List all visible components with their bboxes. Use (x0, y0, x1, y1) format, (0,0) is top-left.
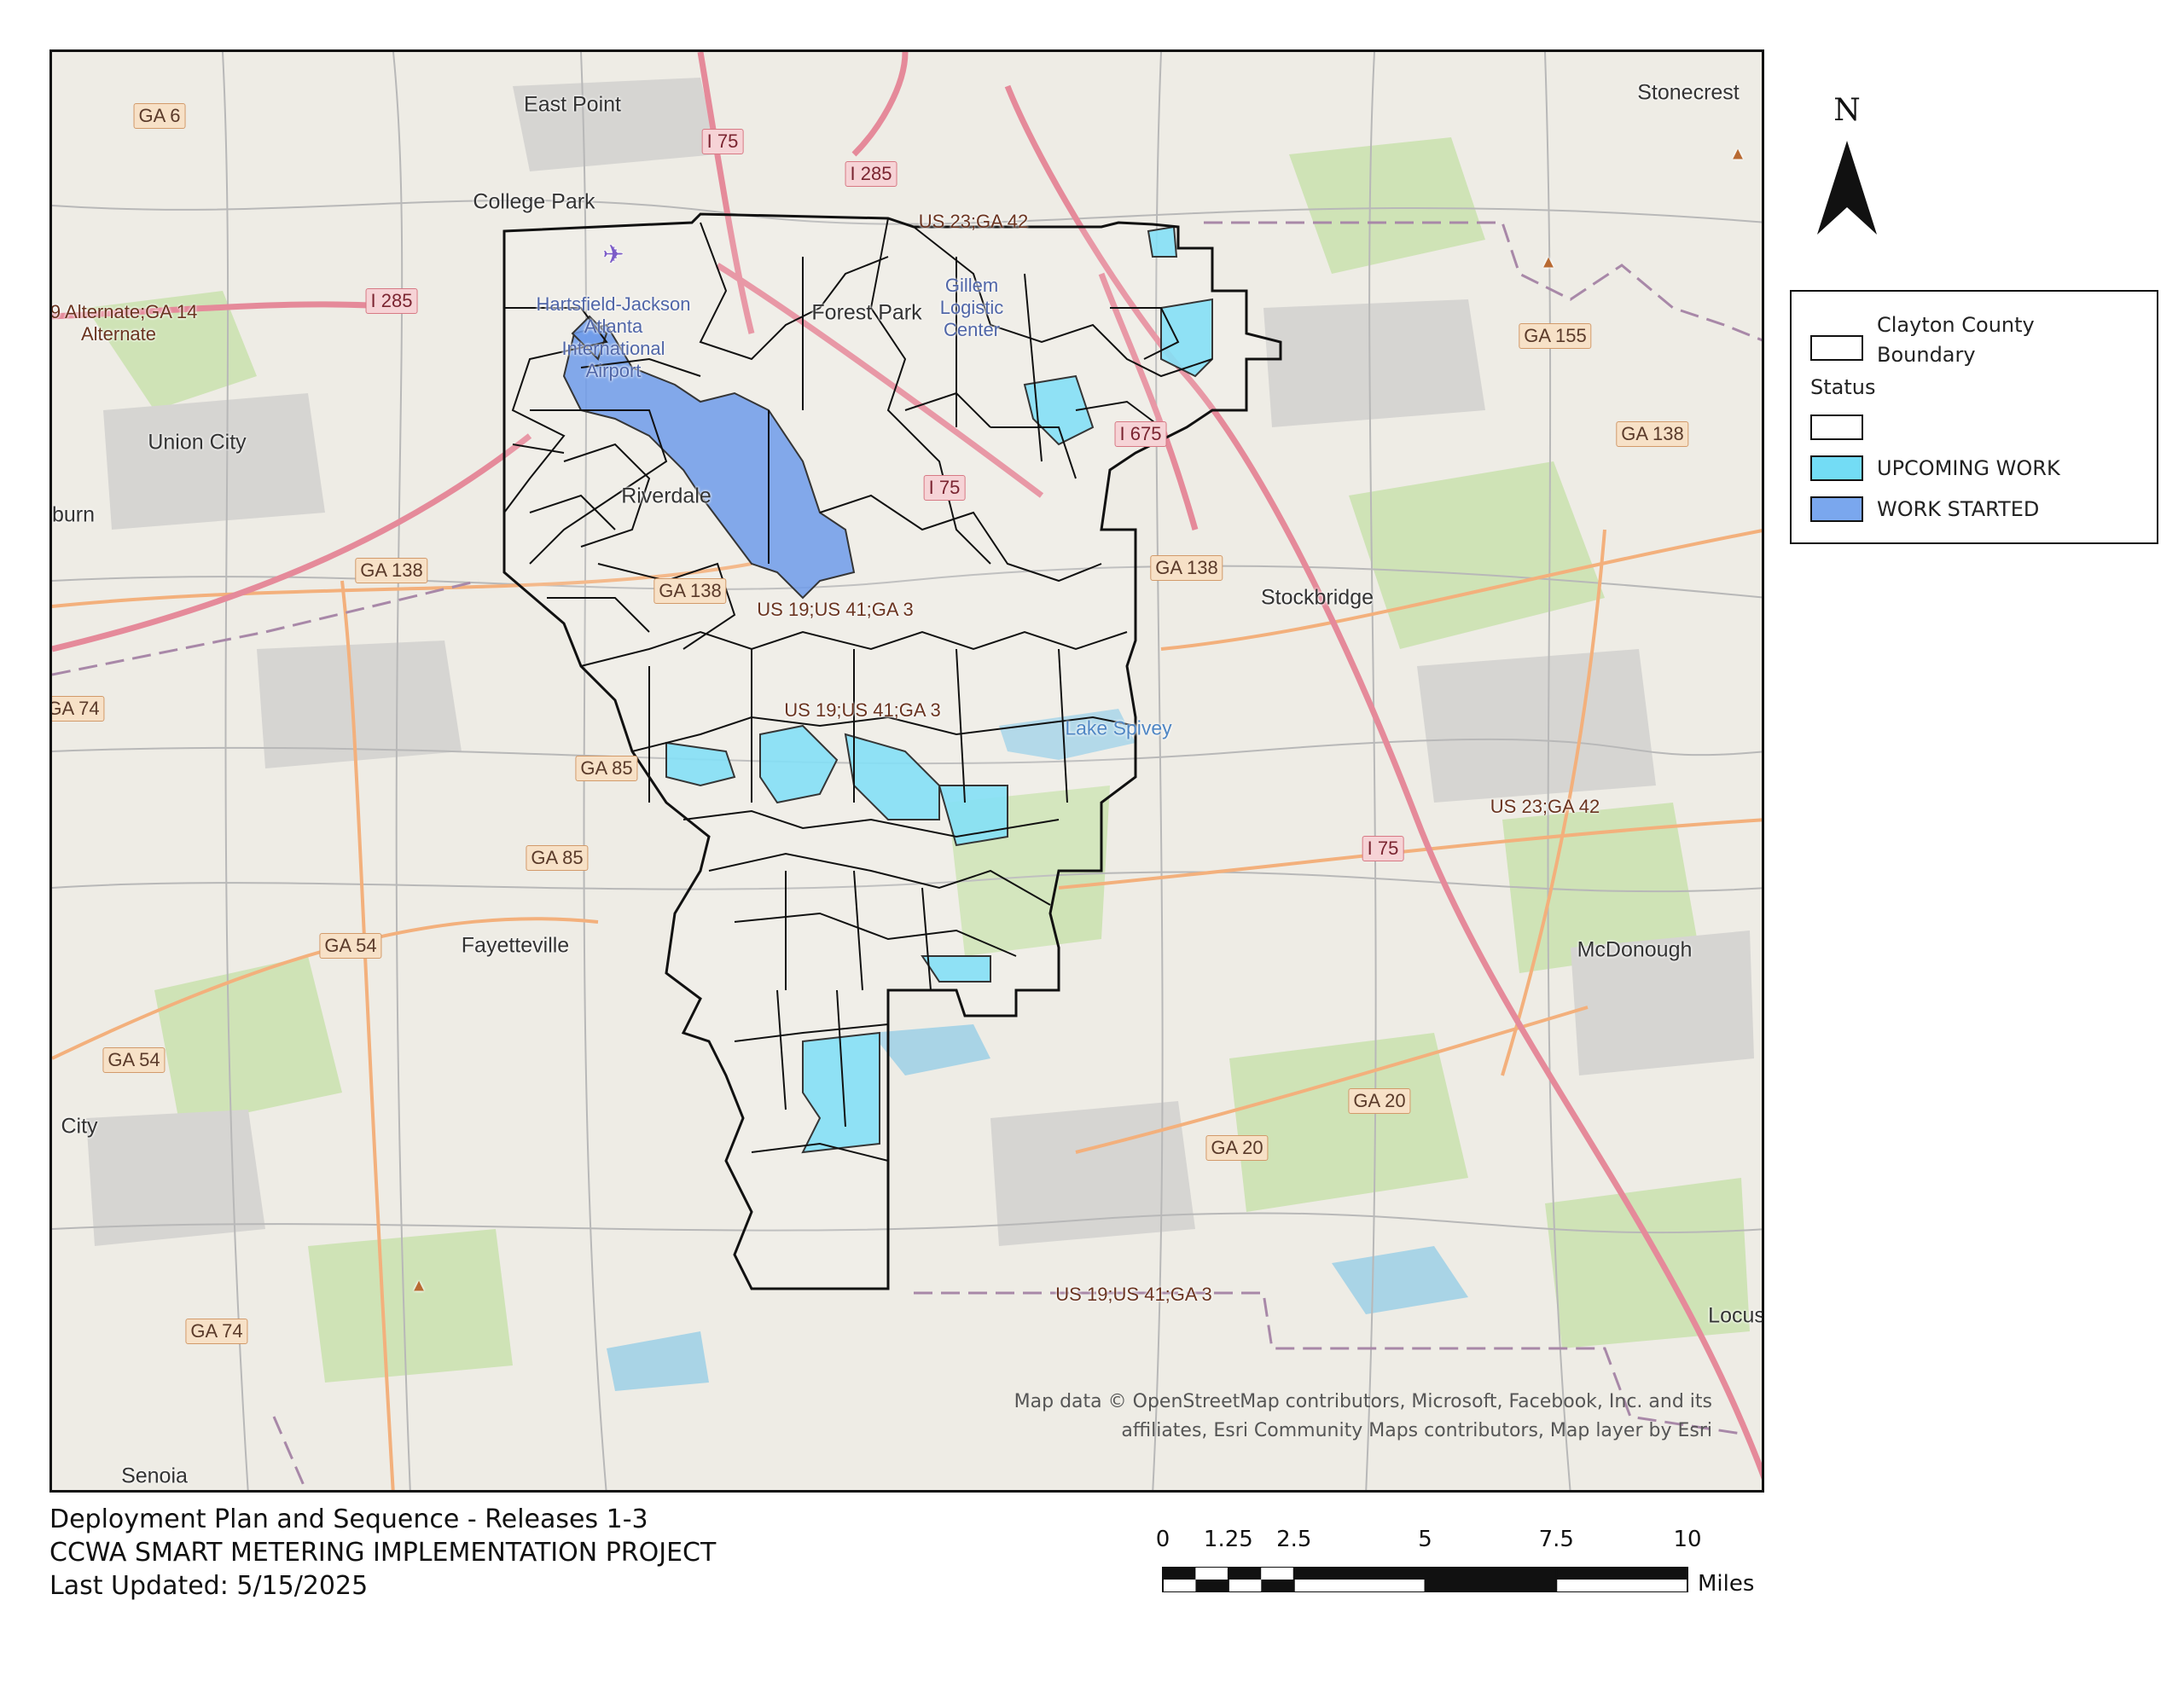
map-attribution: Map data © OpenStreetMap contributors, M… (1014, 1388, 1712, 1446)
airport-label: Hartsfield-Jackson Atlanta International… (536, 293, 691, 381)
place-label: burn (51, 502, 96, 527)
route-label: US 23;GA 42 (1490, 796, 1600, 817)
route-shield: I 75 (701, 129, 744, 154)
route-shield: GA 54 (319, 933, 382, 959)
route-shield: I 75 (923, 475, 966, 501)
scale-tick-label: 7.5 (1538, 1527, 1574, 1552)
route-shield: I 75 (1362, 836, 1404, 861)
attribution-line: affiliates, Esri Community Maps contribu… (1121, 1420, 1712, 1441)
place-label: Stockbridge (1260, 585, 1374, 610)
scale-tick-label: 10 (1673, 1527, 1702, 1552)
map-canvas (52, 52, 1762, 1490)
scale-bar-graphic (1162, 1567, 1688, 1592)
place-label: City (61, 1114, 98, 1139)
route-label: US 19;US 41;GA 3 (1055, 1284, 1212, 1305)
route-label: US 23;GA 42 (918, 211, 1029, 232)
route-shield: I 675 (1114, 421, 1167, 447)
peak-icon: ▲ (1540, 252, 1557, 272)
scale-bar-segment (1228, 1568, 1262, 1580)
scale-bar-segment (1261, 1568, 1294, 1580)
scale-bar: 0 1.25 2.5 5 7.5 10 Miles (1156, 1527, 1774, 1612)
footer-project: CCWA SMART METERING IMPLEMENTATION PROJE… (49, 1538, 717, 1568)
lake-label: Lake Spivey (1065, 716, 1172, 739)
scale-bar-segment (1293, 1568, 1426, 1580)
place-label: Locust (1708, 1303, 1764, 1328)
scale-bar-segment (1163, 1580, 1196, 1591)
alternate-route-label: 29 Alternate;GA 14 Alternate (49, 301, 198, 345)
gillem-label: Gillem Logistic Center (939, 275, 1004, 340)
scale-bar-segment (1261, 1580, 1294, 1591)
legend-swatch (1810, 455, 1863, 481)
peak-icon: ▲ (1729, 144, 1746, 164)
scale-bar-segment (1228, 1580, 1262, 1591)
legend-item-label: UPCOMING WORK (1877, 456, 2060, 480)
scale-bar-segment (1163, 1568, 1196, 1580)
route-label: US 19;US 41;GA 3 (784, 699, 941, 721)
map-legend: Clayton County Boundary Status UPCOMING … (1790, 290, 2158, 544)
legend-status-heading: Status (1810, 375, 1876, 399)
scale-tick-label: 2.5 (1276, 1527, 1312, 1552)
route-shield: GA 138 (355, 558, 428, 583)
map-footer: Deployment Plan and Sequence - Releases … (49, 1503, 716, 1603)
place-label: Forest Park (811, 300, 922, 325)
scale-bar-segment (1425, 1568, 1557, 1580)
legend-item-label: WORK STARTED (1877, 497, 2040, 521)
route-shield: GA 138 (1616, 421, 1689, 447)
north-arrow-icon: N (1817, 93, 1877, 235)
route-shield: GA 74 (185, 1319, 248, 1344)
north-label: N (1833, 93, 1861, 128)
scale-tick-label: 1.25 (1203, 1527, 1253, 1552)
scale-bar-segment (1195, 1580, 1228, 1591)
route-shield: GA 138 (1150, 555, 1223, 581)
route-shield: GA 74 (52, 696, 105, 722)
legend-row-started: WORK STARTED (1810, 496, 2039, 522)
legend-row-boundary: Clayton County Boundary (1810, 310, 2035, 370)
footer-title: Deployment Plan and Sequence - Releases … (49, 1504, 648, 1534)
peak-icon: ▲ (410, 1276, 427, 1296)
route-shield: GA 54 (102, 1047, 166, 1073)
place-label: Stonecrest (1637, 80, 1740, 105)
scale-bar-segment (1425, 1580, 1557, 1591)
scale-bar-segment (1556, 1568, 1687, 1580)
footer-updated: Last Updated: 5/15/2025 (49, 1571, 369, 1601)
airport-icon: ✈ (602, 241, 624, 270)
route-shield: GA 138 (653, 578, 727, 604)
route-shield: GA 85 (526, 845, 589, 871)
scale-bar-segment (1195, 1568, 1228, 1580)
place-label: Riverdale (621, 484, 712, 508)
scale-bar-segment (1293, 1580, 1426, 1591)
legend-swatch (1810, 415, 1863, 440)
place-label: Senoia (121, 1464, 188, 1488)
route-shield: GA 85 (575, 756, 638, 781)
legend-swatch (1810, 496, 1863, 522)
north-arrow-shape (1817, 141, 1877, 235)
route-shield: GA 6 (133, 103, 186, 129)
attribution-line: Map data © OpenStreetMap contributors, M… (1014, 1391, 1712, 1412)
scale-tick-label: 5 (1418, 1527, 1432, 1552)
place-label: McDonough (1577, 937, 1693, 962)
route-label: US 19;US 41;GA 3 (757, 599, 914, 620)
place-label: College Park (473, 189, 595, 214)
place-label: Fayetteville (461, 933, 570, 958)
route-shield: I 285 (365, 288, 418, 314)
route-shield: GA 20 (1348, 1088, 1411, 1114)
route-shield: I 285 (845, 161, 897, 187)
route-shield: GA 20 (1205, 1135, 1269, 1161)
scale-bar-segment (1556, 1580, 1687, 1591)
place-label: East Point (524, 92, 621, 117)
legend-row-upcoming: UPCOMING WORK (1810, 455, 2060, 481)
route-shield: GA 155 (1519, 323, 1592, 349)
map-view[interactable]: East Point College Park Stonecrest Union… (49, 49, 1764, 1493)
legend-boundary-label: Clayton County Boundary (1877, 313, 2035, 367)
scale-units: Miles (1698, 1571, 1755, 1597)
legend-row-blank (1810, 415, 1877, 440)
place-label: Union City (148, 430, 247, 455)
scale-tick-label: 0 (1155, 1527, 1170, 1552)
legend-swatch-boundary (1810, 335, 1863, 361)
